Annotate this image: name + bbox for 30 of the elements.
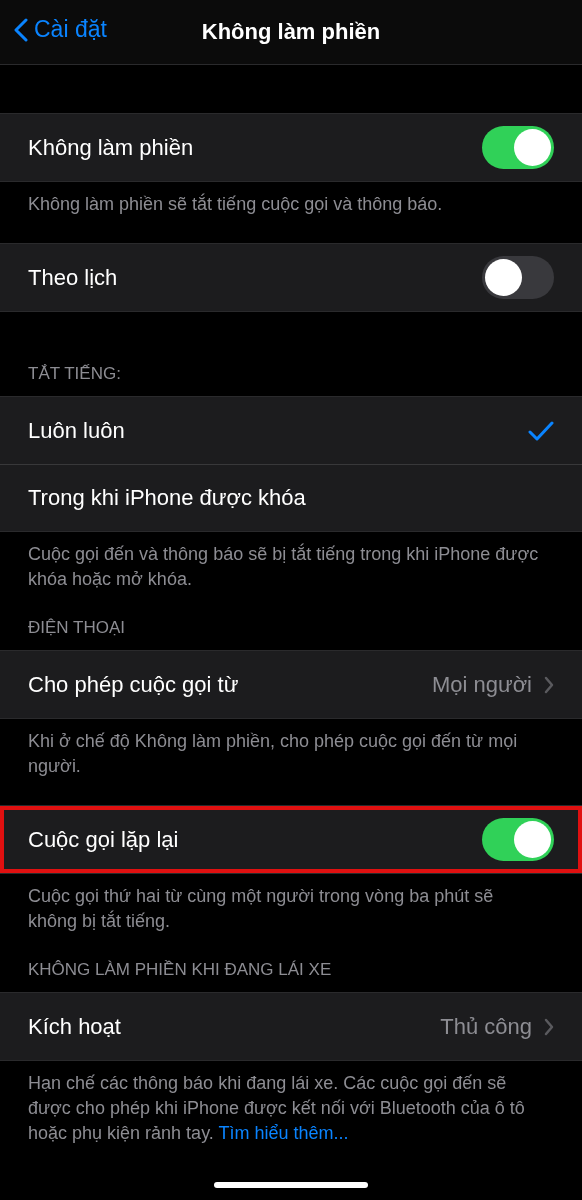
row-value: Thủ công [440,1013,532,1040]
section-footer: Khi ở chế độ Không làm phiền, cho phép cuộc gọi đến từ mọi người. [0,719,582,805]
row-label: Không làm phiền [28,134,195,161]
section-footer: Hạn chế các thông báo khi đang lái xe. Các cuộc gọi đến sẽ được cho phép khi iPhone được kết nối với Bluetooth của ô tô hoặc phụ kiện rảnh tay. Tìm hiểu thêm... [0,1061,582,1146]
learn-more-link[interactable]: Tìm hiểu thêm... [218,1123,349,1143]
section-header: ĐIỆN THOẠI [27,618,126,639]
section-header: KHÔNG LÀM PHIỀN KHI ĐANG LÁI XE [27,960,333,981]
section-footer: Cuộc gọi đến và thông báo sẽ bị tắt tiếng trong khi iPhone được khóa hoặc mở khóa. [0,532,582,618]
toggle-switch[interactable] [482,818,554,861]
section-header: TẮT TIẾNG: [27,364,122,385]
row-label: Cuộc gọi lặp lại [28,826,180,853]
chevron-left-icon [14,17,28,42]
settings-row[interactable]: Kích hoạt Thủ công [0,993,582,1060]
page-title: Không làm phiền [201,19,381,45]
chevron-right-icon [544,675,554,694]
row-label: Trong khi iPhone được khóa [28,485,307,511]
section-footer: Không làm phiền sẽ tắt tiếng cuộc gọi và thông báo. [0,182,582,243]
row-label: Cho phép cuộc gọi từ [28,671,240,698]
settings-row[interactable]: Luôn luôn [0,397,582,464]
row-label: Theo lịch [28,264,119,291]
row-label: Luôn luôn [28,417,126,444]
settings-row[interactable]: Trong khi iPhone được khóa [0,464,582,531]
toggle-switch[interactable] [482,256,554,299]
chevron-right-icon [544,1017,554,1036]
row-value: Mọi người [431,671,532,698]
settings-row[interactable]: Cho phép cuộc gọi từ Mọi người [0,651,582,718]
section-footer: Cuộc gọi thứ hai từ cùng một người trong vòng ba phút sẽ không bị tắt tiếng. [0,874,582,960]
back-button[interactable]: Cài đặt [14,16,107,43]
row-label: Kích hoạt [28,1013,122,1040]
toggle-switch[interactable] [482,126,554,169]
